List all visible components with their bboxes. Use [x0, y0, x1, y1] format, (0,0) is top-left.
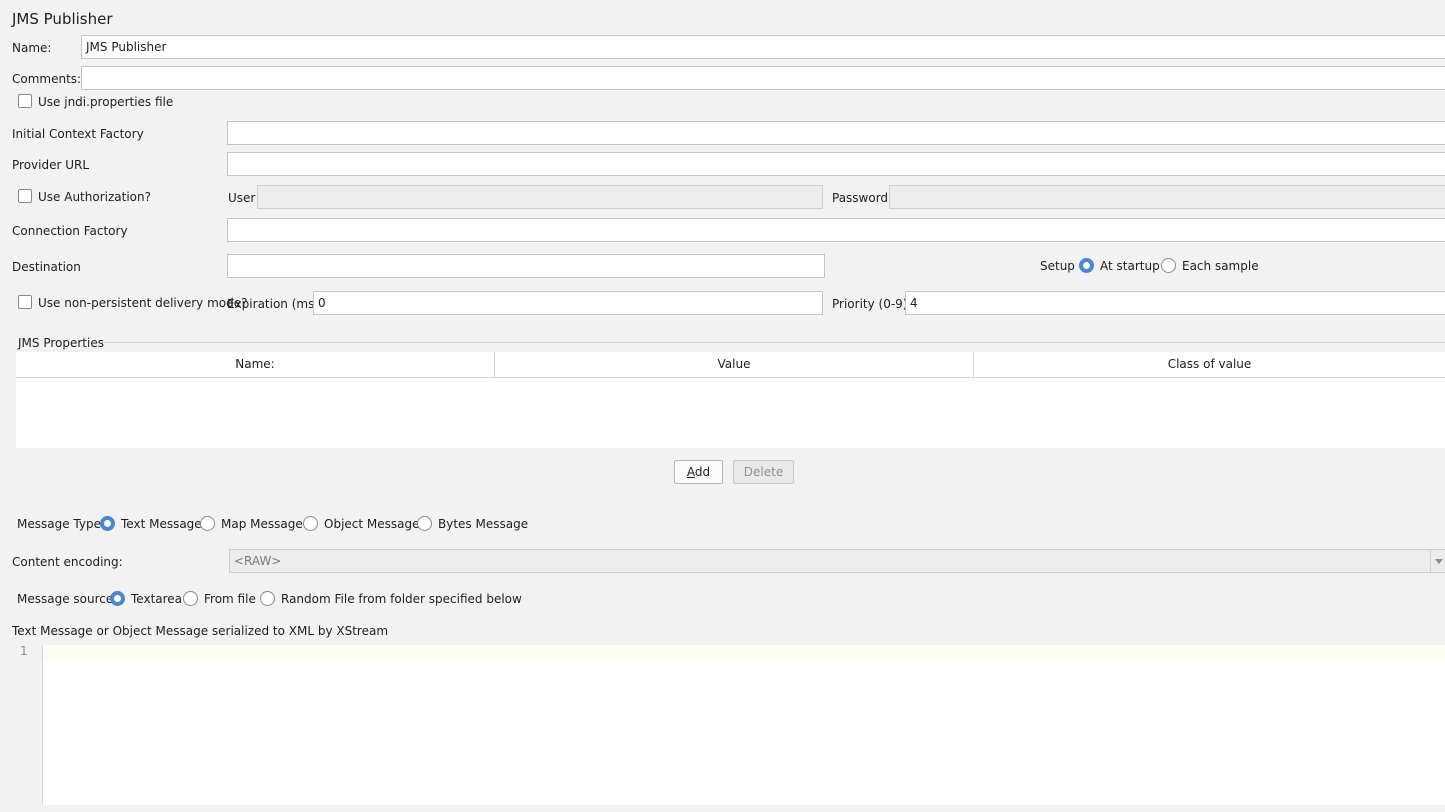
name-input[interactable]: JMS Publisher: [81, 35, 1445, 59]
message-source-random-label: Random File from folder specified below: [281, 592, 522, 606]
jms-properties-divider: [100, 342, 1445, 343]
content-encoding-value: <RAW>: [234, 554, 282, 568]
expiration-label: Expiration (ms): [227, 297, 320, 311]
chevron-down-icon: [1435, 559, 1443, 564]
editor-gutter: 1: [12, 644, 43, 805]
message-type-bytes-label: Bytes Message: [438, 517, 529, 531]
line-number: 1: [20, 644, 28, 658]
destination-input[interactable]: [227, 254, 825, 278]
message-type-text-label: Text Message: [121, 517, 202, 531]
password-input[interactable]: [889, 185, 1445, 209]
table-header-border: [16, 377, 1445, 378]
setup-label: Setup: [1040, 259, 1075, 273]
priority-input[interactable]: 4: [905, 291, 1445, 315]
column-header-class[interactable]: Class of value: [974, 352, 1445, 377]
name-label: Name:: [12, 41, 52, 55]
add-button-label-rest: dd: [694, 465, 711, 479]
message-type-object-label: Object Message: [324, 517, 420, 531]
message-source-random-radio[interactable]: [260, 591, 275, 606]
editor-label: Text Message or Object Message serialize…: [12, 624, 389, 638]
comments-input[interactable]: [81, 66, 1445, 90]
add-button[interactable]: Add: [674, 460, 723, 484]
setup-each-sample-label: Each sample: [1182, 259, 1259, 273]
message-type-text-radio[interactable]: [100, 516, 115, 531]
column-header-value[interactable]: Value: [495, 352, 974, 377]
message-source-label: Message source: [17, 592, 114, 606]
message-source-file-radio[interactable]: [183, 591, 198, 606]
message-type-bytes-radio[interactable]: [417, 516, 432, 531]
provider-url-input[interactable]: [227, 152, 1445, 176]
jms-properties-legend: JMS Properties: [18, 336, 104, 350]
message-type-map-radio[interactable]: [200, 516, 215, 531]
message-source-file-label: From file: [204, 592, 256, 606]
content-encoding-arrow-area[interactable]: [1430, 550, 1445, 572]
priority-label: Priority (0-9): [832, 297, 908, 311]
connection-factory-input[interactable]: [227, 218, 1445, 242]
password-label: Password: [832, 191, 889, 205]
editor-textarea[interactable]: [43, 645, 1445, 805]
message-source-textarea-radio[interactable]: [110, 591, 125, 606]
message-type-object-radio[interactable]: [303, 516, 318, 531]
setup-at-startup-radio[interactable]: [1079, 258, 1094, 273]
initial-context-label: Initial Context Factory: [12, 127, 144, 141]
non-persistent-checkbox[interactable]: [18, 295, 32, 309]
editor-current-line: [43, 645, 1445, 661]
non-persistent-label: Use non-persistent delivery mode?: [38, 296, 248, 310]
setup-at-startup-label: At startup: [1100, 259, 1160, 273]
jms-properties-table[interactable]: Name: Value Class of value: [16, 352, 1445, 448]
panel-title: JMS Publisher: [12, 10, 113, 28]
user-input[interactable]: [257, 185, 823, 209]
comments-label: Comments:: [12, 72, 82, 86]
content-encoding-select[interactable]: <RAW>: [229, 549, 1445, 573]
destination-label: Destination: [12, 260, 81, 274]
authorization-label: Use Authorization?: [38, 190, 151, 204]
message-type-label: Message Type: [17, 517, 101, 531]
add-button-mnemonic: A: [686, 465, 695, 479]
authorization-checkbox[interactable]: [18, 189, 32, 203]
jndi-label: Use jndi.properties file: [38, 95, 174, 109]
connection-factory-label: Connection Factory: [12, 224, 128, 238]
user-label: User: [228, 191, 256, 205]
expiration-input[interactable]: 0: [313, 291, 823, 315]
initial-context-input[interactable]: [227, 121, 1445, 145]
jndi-checkbox[interactable]: [18, 94, 32, 108]
column-header-name[interactable]: Name:: [16, 352, 495, 377]
message-type-map-label: Map Message: [221, 517, 303, 531]
setup-each-sample-radio[interactable]: [1161, 258, 1176, 273]
provider-url-label: Provider URL: [12, 158, 90, 172]
delete-button[interactable]: Delete: [733, 460, 794, 484]
content-encoding-label: Content encoding:: [12, 555, 123, 569]
message-source-textarea-label: Textarea: [131, 592, 183, 606]
